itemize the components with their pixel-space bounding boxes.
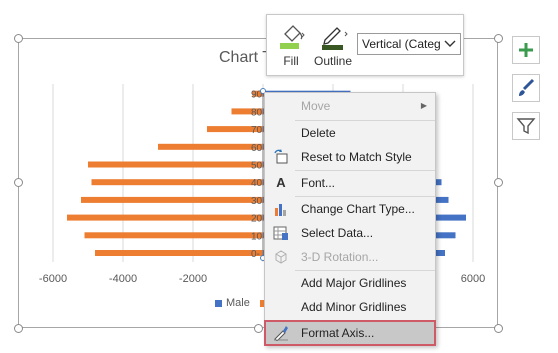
menu-item-delete[interactable]: Delete	[265, 121, 435, 145]
legend-swatch-male	[215, 299, 222, 307]
chart-element-select[interactable]: Vertical (Categ	[357, 33, 461, 55]
pen-outline-icon	[319, 22, 349, 57]
bar-female	[91, 179, 263, 186]
menu-item-add-minor-gridlines[interactable]: Add Minor Gridlines	[265, 295, 435, 319]
context-menu: Move ▶ Delete Reset to Match Style A Fon…	[264, 92, 436, 346]
x-tick-label: -6000	[39, 273, 67, 285]
legend-label-male: Male	[226, 297, 250, 309]
menu-item-3d-rotation[interactable]: 3-D Rotation...	[265, 245, 435, 269]
bar-female	[158, 143, 263, 150]
x-tick-label: -4000	[109, 273, 137, 285]
brush-icon	[513, 78, 539, 105]
chart-elements-button[interactable]	[512, 36, 540, 64]
menu-item-format-axis[interactable]: Format Axis...	[264, 320, 436, 346]
fill-button[interactable]: Fill	[271, 20, 311, 72]
submenu-arrow-icon: ▶	[420, 101, 427, 110]
menu-item-change-chart-type[interactable]: Change Chart Type...	[265, 197, 435, 221]
chart-filters-button[interactable]	[512, 112, 540, 140]
menu-item-add-major-gridlines[interactable]: Add Major Gridlines	[265, 271, 435, 295]
x-tick-label: -2000	[179, 273, 207, 285]
bar-female	[95, 250, 263, 256]
y-tick-label: 0-	[251, 249, 260, 260]
menu-item-reset-style[interactable]: Reset to Match Style	[265, 145, 435, 169]
chart-type-icon	[273, 201, 289, 217]
bar-female	[67, 214, 263, 221]
x-tick-label: 6000	[461, 273, 485, 285]
menu-item-move[interactable]: Move ▶	[265, 94, 435, 118]
filter-icon	[513, 118, 539, 143]
plus-icon	[513, 43, 539, 67]
chart-legend[interactable]: Male	[215, 297, 267, 309]
chevron-down-icon	[443, 35, 457, 54]
menu-item-select-data[interactable]: Select Data...	[265, 221, 435, 245]
bar-female	[88, 161, 263, 168]
format-axis-icon	[273, 325, 289, 342]
reset-style-icon	[273, 149, 289, 165]
menu-item-font[interactable]: A Font...	[265, 171, 435, 195]
bar-female	[81, 196, 263, 203]
rotation-icon	[273, 249, 289, 265]
paint-bucket-icon	[277, 22, 307, 57]
bar-female	[84, 232, 263, 239]
chart-styles-button[interactable]	[512, 74, 540, 102]
font-icon: A	[276, 175, 286, 190]
select-data-icon	[273, 225, 289, 241]
outline-button[interactable]: Outline	[313, 20, 353, 72]
format-mini-toolbar: Fill Outline Vertical (Categ	[266, 14, 464, 76]
